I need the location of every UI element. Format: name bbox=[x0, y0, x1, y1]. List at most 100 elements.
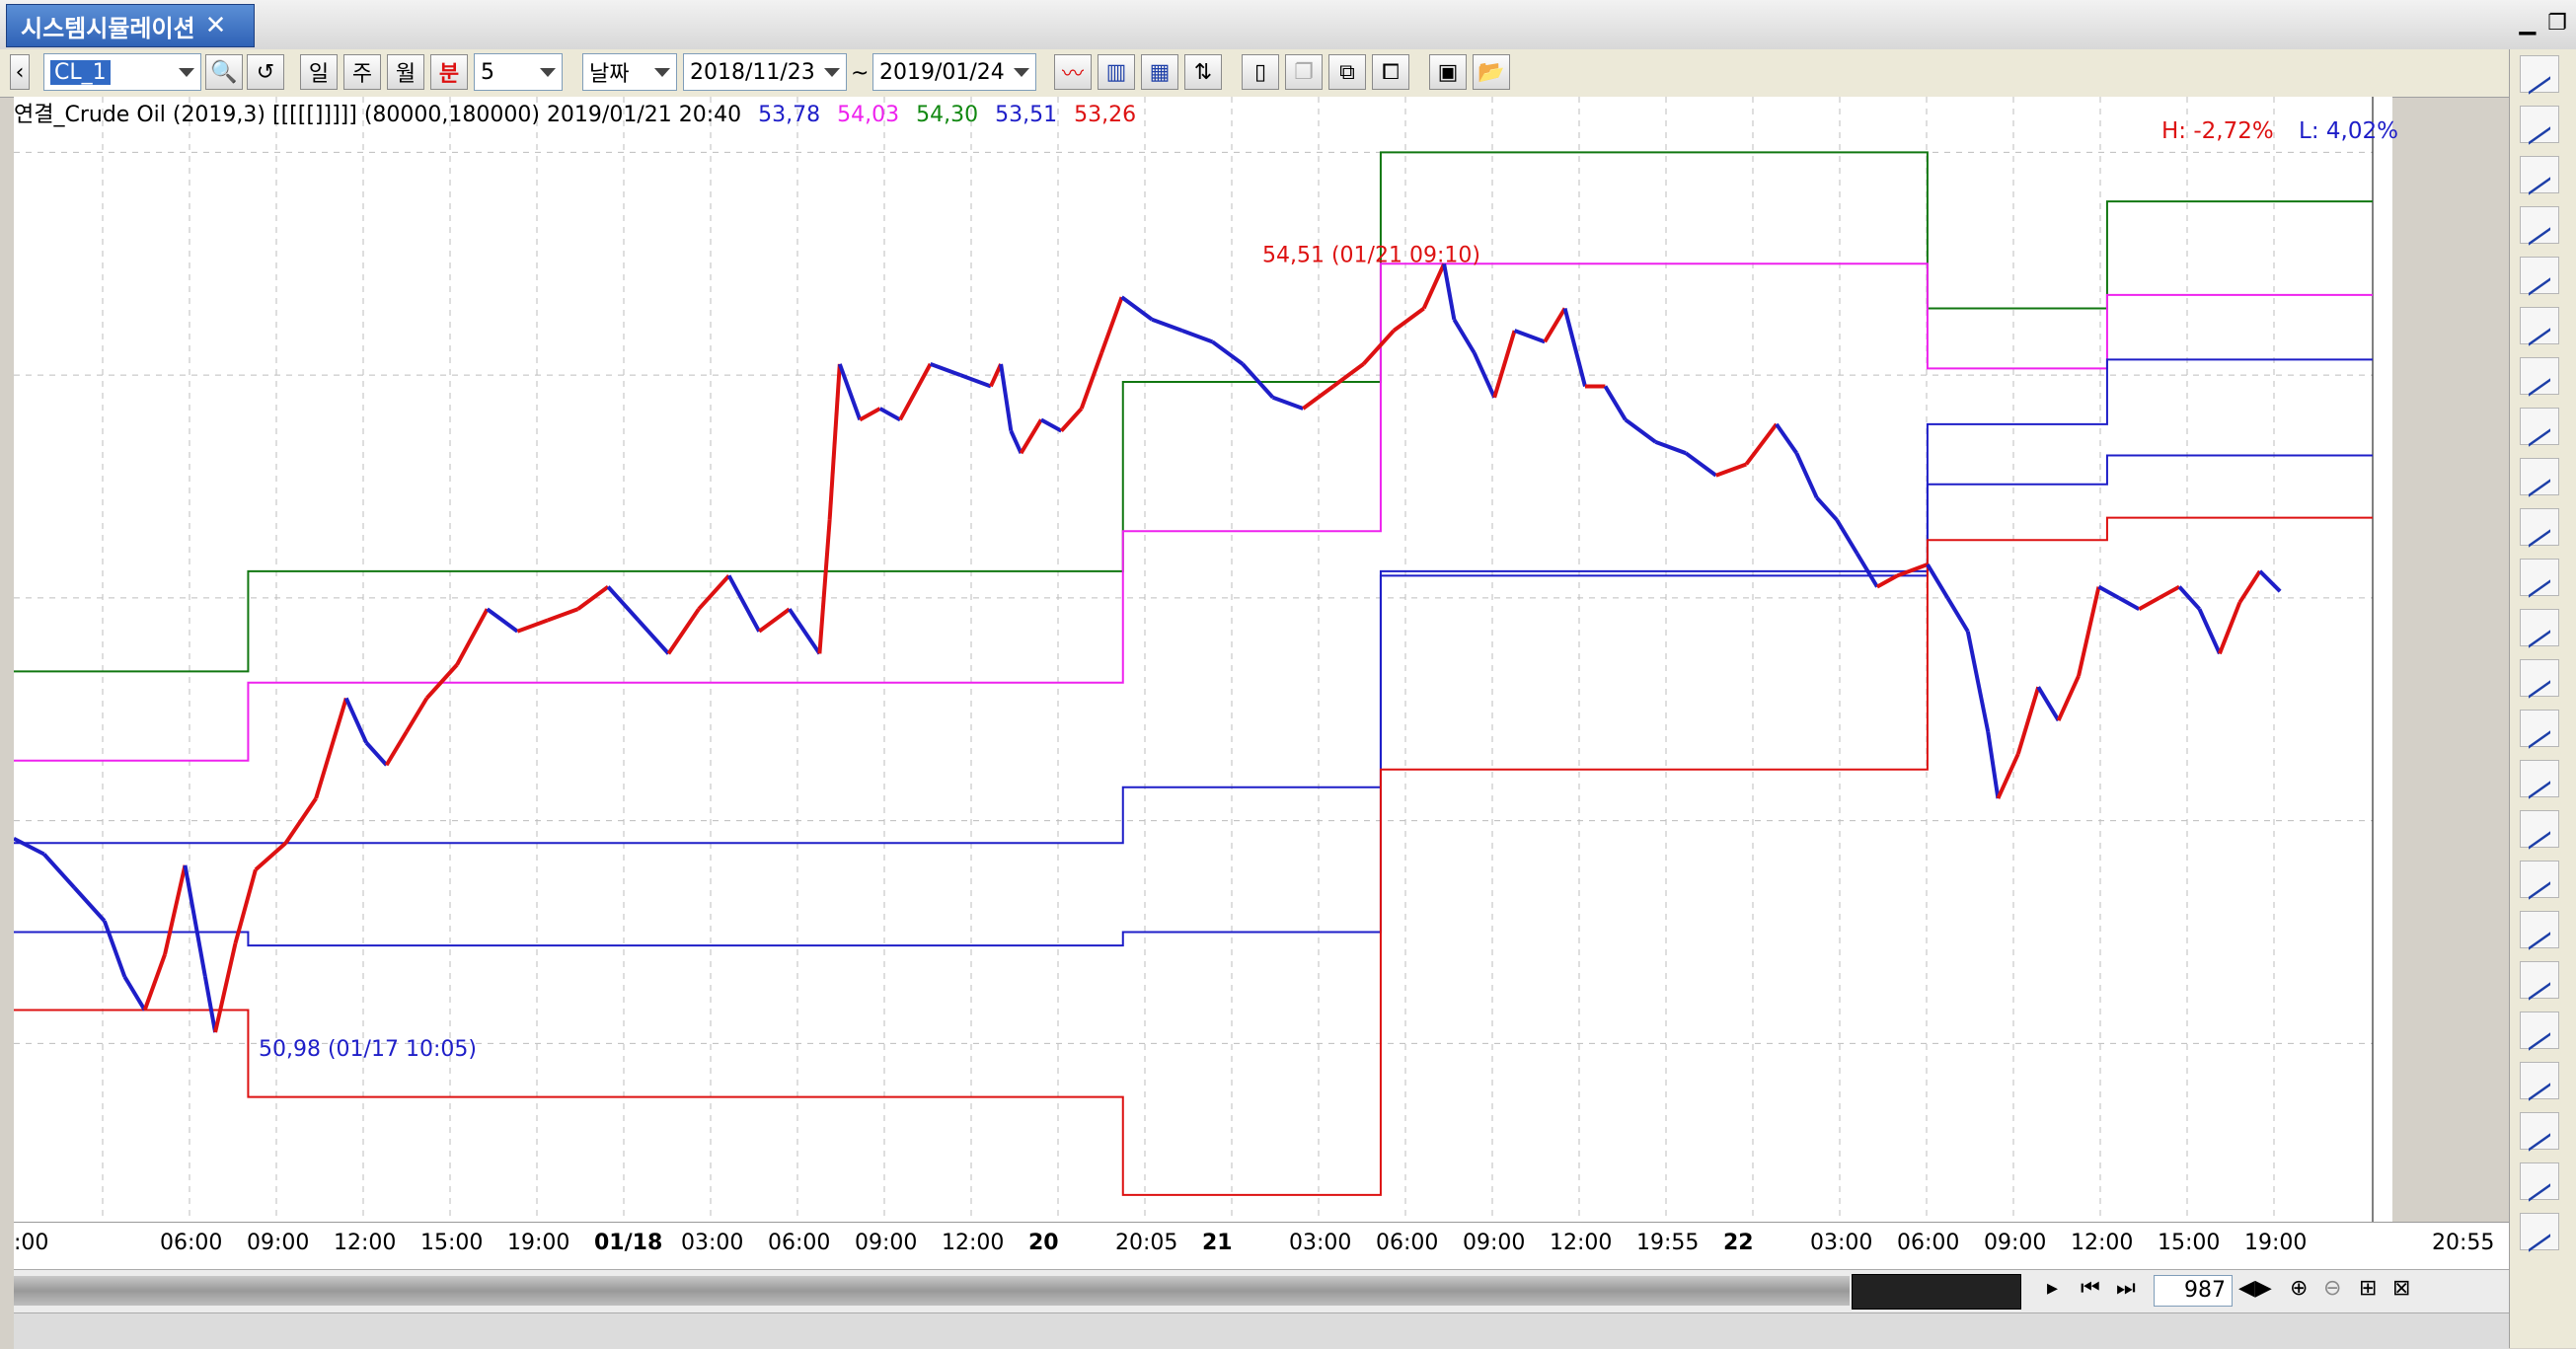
price-segment bbox=[163, 864, 188, 955]
price-segment bbox=[1896, 562, 1929, 578]
title-bar: 시스템시뮬레이션 ✕ ▁ ❐ bbox=[0, 0, 2576, 50]
price-segment bbox=[878, 407, 902, 422]
tool-arrow-icon[interactable] bbox=[2520, 559, 2559, 596]
forward-icon[interactable]: ⏭ bbox=[2116, 1276, 2136, 1301]
tool-label-icon[interactable] bbox=[2520, 961, 2559, 999]
reset-icon[interactable]: ↺ bbox=[247, 54, 284, 90]
rewind-icon[interactable]: ⏮ bbox=[2081, 1276, 2100, 1301]
price-segment bbox=[122, 975, 147, 1012]
price-segment bbox=[637, 619, 670, 655]
chart-scrollbar[interactable]: ▸ ⏮ ⏭ 987 ◀▶ ⊕ ⊖ ⊞ ⊠ bbox=[14, 1269, 2509, 1313]
date-from-value: 2018/11/23 bbox=[690, 59, 815, 85]
window-icon[interactable]: ⧠ bbox=[1372, 54, 1409, 90]
tab-title: 시스템시뮬레이션 bbox=[21, 14, 195, 42]
tool-fan-icon[interactable] bbox=[2520, 760, 2559, 797]
chart-legend: 연결_Crude Oil (2019,3) [[[[[]]]]] (80000,… bbox=[14, 97, 1146, 127]
symbol-select[interactable]: CL_1 bbox=[43, 53, 201, 91]
minimize-icon[interactable]: ▁ bbox=[2513, 10, 2542, 37]
updown-icon[interactable]: ⇅ bbox=[1184, 54, 1222, 90]
line-chart-icon[interactable]: 〰 bbox=[1054, 54, 1092, 90]
x-tick-label: 09:00 bbox=[1463, 1231, 1526, 1255]
new-document-icon[interactable]: ▯ bbox=[1242, 54, 1279, 90]
price-segment bbox=[1492, 330, 1517, 399]
tool-marker-icon[interactable] bbox=[2520, 1112, 2559, 1150]
x-tick-label: 09:00 bbox=[855, 1231, 918, 1255]
tool-undo-icon[interactable] bbox=[2520, 257, 2559, 294]
price-segment bbox=[827, 363, 842, 521]
interval-select[interactable]: 5 bbox=[474, 53, 563, 91]
tool-vline-icon[interactable] bbox=[2520, 458, 2559, 495]
price-segment bbox=[1241, 362, 1275, 400]
date-from-field[interactable]: 2018/11/23 bbox=[683, 53, 847, 91]
x-axis: :00 06:00 09:00 12:00 15:00 19:00 01/18 03:00 06… bbox=[14, 1222, 2509, 1270]
price-segment bbox=[455, 608, 490, 666]
tool-fib-icon[interactable] bbox=[2520, 357, 2559, 395]
grid-icon[interactable]: ⊞ bbox=[2359, 1276, 2377, 1301]
legend-value-1: 53,78 bbox=[758, 103, 821, 127]
date-mode-select[interactable]: 날짜 bbox=[582, 53, 677, 91]
tool-delete-icon[interactable] bbox=[2520, 1213, 2559, 1250]
price-segment bbox=[142, 953, 167, 1012]
zoom-in-icon[interactable]: ⊕ bbox=[2290, 1276, 2308, 1301]
price-segment bbox=[486, 607, 519, 634]
tool-hline-icon[interactable] bbox=[2520, 508, 2559, 546]
period-minute-button[interactable]: 분 bbox=[430, 54, 468, 90]
price-segment bbox=[213, 942, 238, 1033]
tool-pattern-icon[interactable] bbox=[2520, 1062, 2559, 1099]
restore-icon[interactable]: ❐ bbox=[2542, 10, 2572, 37]
price-segment bbox=[1815, 495, 1839, 522]
period-day-button[interactable]: 일 bbox=[300, 54, 338, 90]
legend-value-3: 54,30 bbox=[916, 103, 979, 127]
price-segment bbox=[405, 697, 429, 733]
open-folder-icon[interactable]: 📂 bbox=[1473, 54, 1510, 90]
price-segment bbox=[1392, 306, 1425, 333]
price-segment bbox=[898, 362, 933, 421]
price-segment bbox=[2117, 596, 2141, 611]
date-to-field[interactable]: 2019/01/24 bbox=[872, 53, 1036, 91]
x-tick-label: 12:00 bbox=[2071, 1231, 2134, 1255]
scroll-thumb[interactable] bbox=[1852, 1274, 2021, 1310]
tool-speed-icon[interactable] bbox=[2520, 659, 2559, 697]
bar-chart-icon[interactable]: ▥ bbox=[1098, 54, 1135, 90]
candle-chart-icon[interactable]: ▦ bbox=[1141, 54, 1178, 90]
tool-trend-icon[interactable] bbox=[2520, 408, 2559, 445]
price-segment bbox=[1211, 339, 1245, 366]
export-icon[interactable]: ⧉ bbox=[1328, 54, 1366, 90]
period-week-button[interactable]: 주 bbox=[343, 54, 381, 90]
max-annotation: 54,51 (01/21 09:10) bbox=[1262, 243, 1480, 267]
price-segment bbox=[2077, 586, 2101, 677]
save-icon[interactable]: ▣ bbox=[1429, 54, 1467, 90]
tool-rotate-icon[interactable] bbox=[2520, 307, 2559, 344]
price-segment bbox=[859, 407, 881, 422]
period-month-button[interactable]: 월 bbox=[387, 54, 424, 90]
price-chart[interactable]: 55,0054,0053,0052,0051,0054,51 (01/21 09… bbox=[13, 97, 2464, 1222]
tab-system-simulation[interactable]: 시스템시뮬레이션 ✕ bbox=[6, 4, 255, 47]
tool-ruler-icon[interactable] bbox=[2520, 1012, 2559, 1049]
tool-wave-icon[interactable] bbox=[2520, 911, 2559, 948]
price-segment bbox=[183, 864, 207, 978]
tool-cycle-icon[interactable] bbox=[2520, 861, 2559, 898]
tool-circle-icon[interactable] bbox=[2520, 810, 2559, 848]
tool-zoom-icon[interactable] bbox=[2520, 206, 2559, 244]
x-tick-label: 01/18 bbox=[594, 1231, 663, 1255]
x-tick-label: 06:00 bbox=[1897, 1231, 1960, 1255]
chart-area[interactable]: 55,0054,0053,0052,0051,0054,51 (01/21 09… bbox=[13, 97, 2464, 1222]
tool-gann-icon[interactable] bbox=[2520, 710, 2559, 747]
tool-channel-icon[interactable] bbox=[2520, 609, 2559, 646]
step-icon[interactable]: ◀▶ bbox=[2238, 1276, 2272, 1301]
chevron-down-icon bbox=[1014, 68, 1029, 77]
tool-eraser-icon[interactable] bbox=[2520, 1162, 2559, 1200]
tool-cursor-icon[interactable] bbox=[2520, 156, 2559, 193]
tool-resize-icon[interactable] bbox=[2520, 106, 2559, 143]
x-tick-label: 20:55 bbox=[2432, 1231, 2495, 1255]
x-tick-label: 03:00 bbox=[681, 1231, 744, 1255]
zoom-out-icon[interactable]: ⊖ bbox=[2323, 1276, 2341, 1301]
bar-count-field[interactable]: 987 bbox=[2154, 1275, 2233, 1307]
tool-pin-icon[interactable] bbox=[2520, 55, 2559, 93]
fit-icon[interactable]: ⊠ bbox=[2392, 1276, 2410, 1301]
toolbar-prev-icon[interactable]: ‹ bbox=[10, 54, 30, 90]
close-icon[interactable]: ✕ bbox=[205, 11, 227, 40]
price-segment bbox=[817, 519, 832, 654]
search-icon[interactable]: 🔍 bbox=[205, 54, 243, 90]
scroll-right-icon[interactable]: ▸ bbox=[2047, 1276, 2058, 1301]
